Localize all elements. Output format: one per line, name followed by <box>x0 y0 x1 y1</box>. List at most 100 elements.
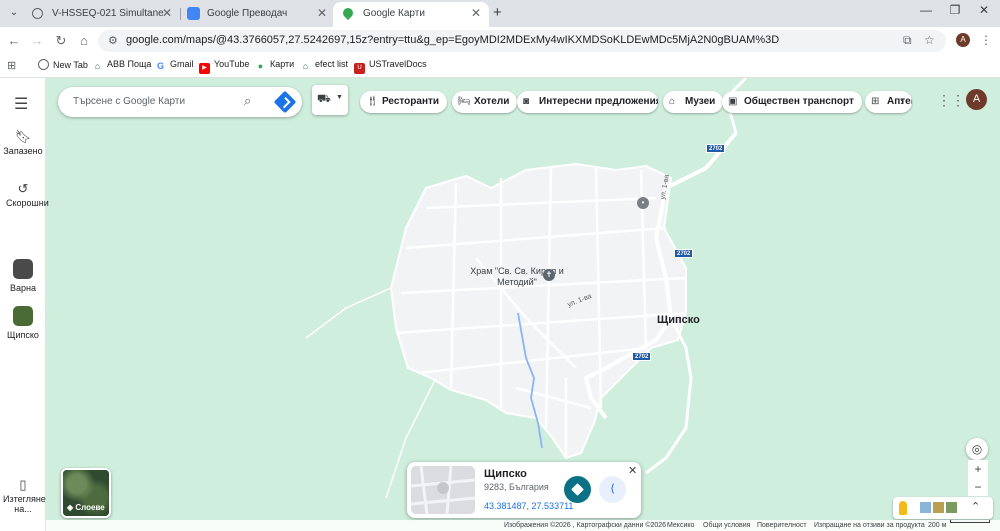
chevron-down-icon[interactable]: ▼ <box>336 94 343 101</box>
recent-place-varna[interactable]: Варна <box>0 259 46 293</box>
bookmark-new-tab[interactable]: New Tab <box>38 59 88 70</box>
back-button[interactable]: ← <box>5 32 23 50</box>
minimize-button[interactable]: — <box>911 3 941 17</box>
zoom-out-button[interactable]: − <box>968 478 988 496</box>
bookmarks-bar: ⊞ New Tab ⌂ ABB Поща G Gmail ▶ YouTube ● Кар… <box>0 55 1000 78</box>
bookmark-ustraveldocs[interactable]: U USTravelDocs <box>354 59 427 74</box>
globe-icon <box>32 8 43 19</box>
search-box[interactable]: Търсене с Google Карти ⌕ <box>58 87 302 117</box>
place-address: 9283, България <box>484 482 549 492</box>
church-label[interactable]: Храм "Св. Св. Кирил и Методий" <box>458 266 576 288</box>
fork-knife-icon: 🍴︎ <box>366 96 379 107</box>
download-app-button[interactable]: ▯ Изтегляне на... <box>0 478 46 514</box>
attribution: Изображения ©2026 , Картографски данни ©… <box>504 522 667 529</box>
google-icon: G <box>156 61 164 71</box>
scale-label[interactable]: 200 м <box>928 520 946 531</box>
pharmacy-icon: ⊞ <box>871 96 880 107</box>
layers-button[interactable]: ◈ Слоеве <box>61 468 111 518</box>
place-pin-icon[interactable]: • <box>637 197 649 209</box>
left-rail: ☰ 🔖︎ Запазено ↺ Скорошни Варна Щипско ▯ … <box>0 78 49 531</box>
town-label[interactable]: Щипско <box>657 314 700 326</box>
pegman-icon[interactable] <box>899 501 907 515</box>
close-icon[interactable]: ✕ <box>471 2 481 25</box>
feedback-link[interactable]: Изпращане на отзиви за продукта <box>814 520 925 531</box>
transit-layer-button[interactable]: ⛟ ▼ <box>312 85 348 115</box>
bookmark-abb-mail[interactable]: ⌂ ABB Поща <box>92 59 152 72</box>
camera-icon: ◙ <box>523 96 530 107</box>
ustraveldocs-icon: U <box>354 63 365 74</box>
profile-avatar[interactable]: A <box>956 33 970 47</box>
tab-translate[interactable]: Google Преводач ✕ <box>177 2 335 27</box>
terms-link[interactable]: Общи условия <box>703 520 750 531</box>
bus-icon: ▣ <box>728 96 738 107</box>
reload-button[interactable]: ↻ <box>52 32 70 50</box>
search-icon[interactable]: ⌕ <box>244 93 251 109</box>
bookmark-gmail[interactable]: G Gmail <box>155 59 194 72</box>
chip-hotels[interactable]: 🛏︎ Хотели <box>452 91 518 113</box>
maximize-button[interactable]: ❐ <box>940 3 970 17</box>
place-thumbnail[interactable] <box>411 466 475 514</box>
new-tab-button[interactable]: + <box>493 4 502 21</box>
map-footer: Изображения ©2026 , Картографски данни ©… <box>46 520 1000 531</box>
directions-button[interactable] <box>564 476 591 503</box>
my-location-icon[interactable]: ◎ <box>966 438 988 460</box>
home-icon: ⌂ <box>302 61 309 71</box>
share-icon[interactable]: ⟨ <box>599 476 626 503</box>
home-button[interactable]: ⌂ <box>75 32 93 50</box>
bookmark-youtube[interactable]: ▶ YouTube <box>199 59 249 74</box>
browser-toolbar: ← → ↻ ⌂ ⚙ google.com/maps/@43.3766057,27… <box>0 27 1000 55</box>
country-link[interactable]: Мексико <box>667 520 694 531</box>
bookmark-efect-list[interactable]: ⌂ efect list <box>300 59 348 72</box>
youtube-icon: ▶ <box>199 63 210 74</box>
church-pin-icon[interactable]: ✝ <box>543 269 555 281</box>
globe-icon <box>38 59 49 70</box>
forward-button[interactable]: → <box>28 32 46 50</box>
place-info-card[interactable]: Щипско 9283, България 43.381487, 27.5337… <box>407 462 641 518</box>
address-bar[interactable]: ⚙ google.com/maps/@43.3766057,27.5242697… <box>98 30 946 52</box>
recent-button[interactable]: ↺ Скорошни <box>0 182 49 208</box>
expand-icon[interactable]: ⌃ <box>971 500 980 513</box>
install-icon[interactable]: ⧉ <box>903 33 912 48</box>
road-shield-2702: 2702 <box>632 352 652 361</box>
tab-search-icon[interactable]: ⌄ <box>6 5 22 21</box>
imagery-thumb-icon[interactable] <box>946 502 957 513</box>
close-icon[interactable]: ✕ <box>317 2 327 25</box>
chip-attractions[interactable]: ◙ Интересни предложения <box>517 91 658 113</box>
chip-museums[interactable]: ⌂ Музеи <box>663 91 724 113</box>
account-avatar[interactable]: A <box>966 89 987 110</box>
tab-hsseq[interactable]: V-HSSEQ-021 Simultaneous Op ✕ <box>22 2 180 27</box>
tab-strip: ⌄ V-HSSEQ-021 Simultaneous Op ✕ Google П… <box>0 0 1000 27</box>
bookmark-maps[interactable]: ● Карти <box>255 59 294 72</box>
directions-icon[interactable] <box>273 90 297 114</box>
translate-icon <box>187 7 200 20</box>
bookmark-icon: 🔖︎ <box>14 129 32 144</box>
close-window-button[interactable]: ✕ <box>969 3 999 17</box>
privacy-link[interactable]: Поверителност <box>757 520 807 531</box>
tab-title: Google Преводач <box>207 8 288 19</box>
chip-transit[interactable]: ▣ Обществен транспорт <box>722 91 862 113</box>
tab-title: V-HSSEQ-021 Simultaneous Op <box>52 8 164 19</box>
recent-place-shchipsko[interactable]: Щипско <box>0 306 46 340</box>
saved-button[interactable]: 🔖︎ Запазено <box>0 129 46 156</box>
search-input[interactable]: Търсене с Google Карти <box>73 96 185 107</box>
imagery-thumb-icon[interactable] <box>933 502 944 513</box>
close-icon[interactable]: ✕ <box>162 2 172 25</box>
chip-restaurants[interactable]: 🍴︎ Ресторанти <box>360 91 448 113</box>
scale-bar <box>950 520 990 523</box>
museum-icon: ⌂ <box>669 96 676 107</box>
url-text[interactable]: google.com/maps/@43.3766057,27.5242697,1… <box>126 34 779 46</box>
road-shield-2702: 2702 <box>674 249 694 258</box>
tab-title: Google Карти <box>363 8 425 19</box>
zoom-in-button[interactable]: + <box>968 460 988 478</box>
chevron-right-icon[interactable]: › <box>893 93 911 111</box>
site-info-icon[interactable]: ⚙ <box>108 34 118 47</box>
bookmark-star-icon[interactable]: ☆ <box>924 33 935 47</box>
imagery-thumb-icon[interactable] <box>920 502 931 513</box>
more-menu-icon[interactable]: ⋮ <box>980 33 992 47</box>
menu-icon[interactable]: ☰ <box>14 94 28 114</box>
apps-grid-icon[interactable]: ⊞ <box>7 59 16 72</box>
place-coordinates[interactable]: 43.381487, 27.533711 <box>484 501 573 511</box>
tab-maps[interactable]: Google Карти ✕ <box>333 2 489 27</box>
shchipsko-thumbnail <box>13 306 33 326</box>
close-icon[interactable]: ✕ <box>628 464 637 477</box>
